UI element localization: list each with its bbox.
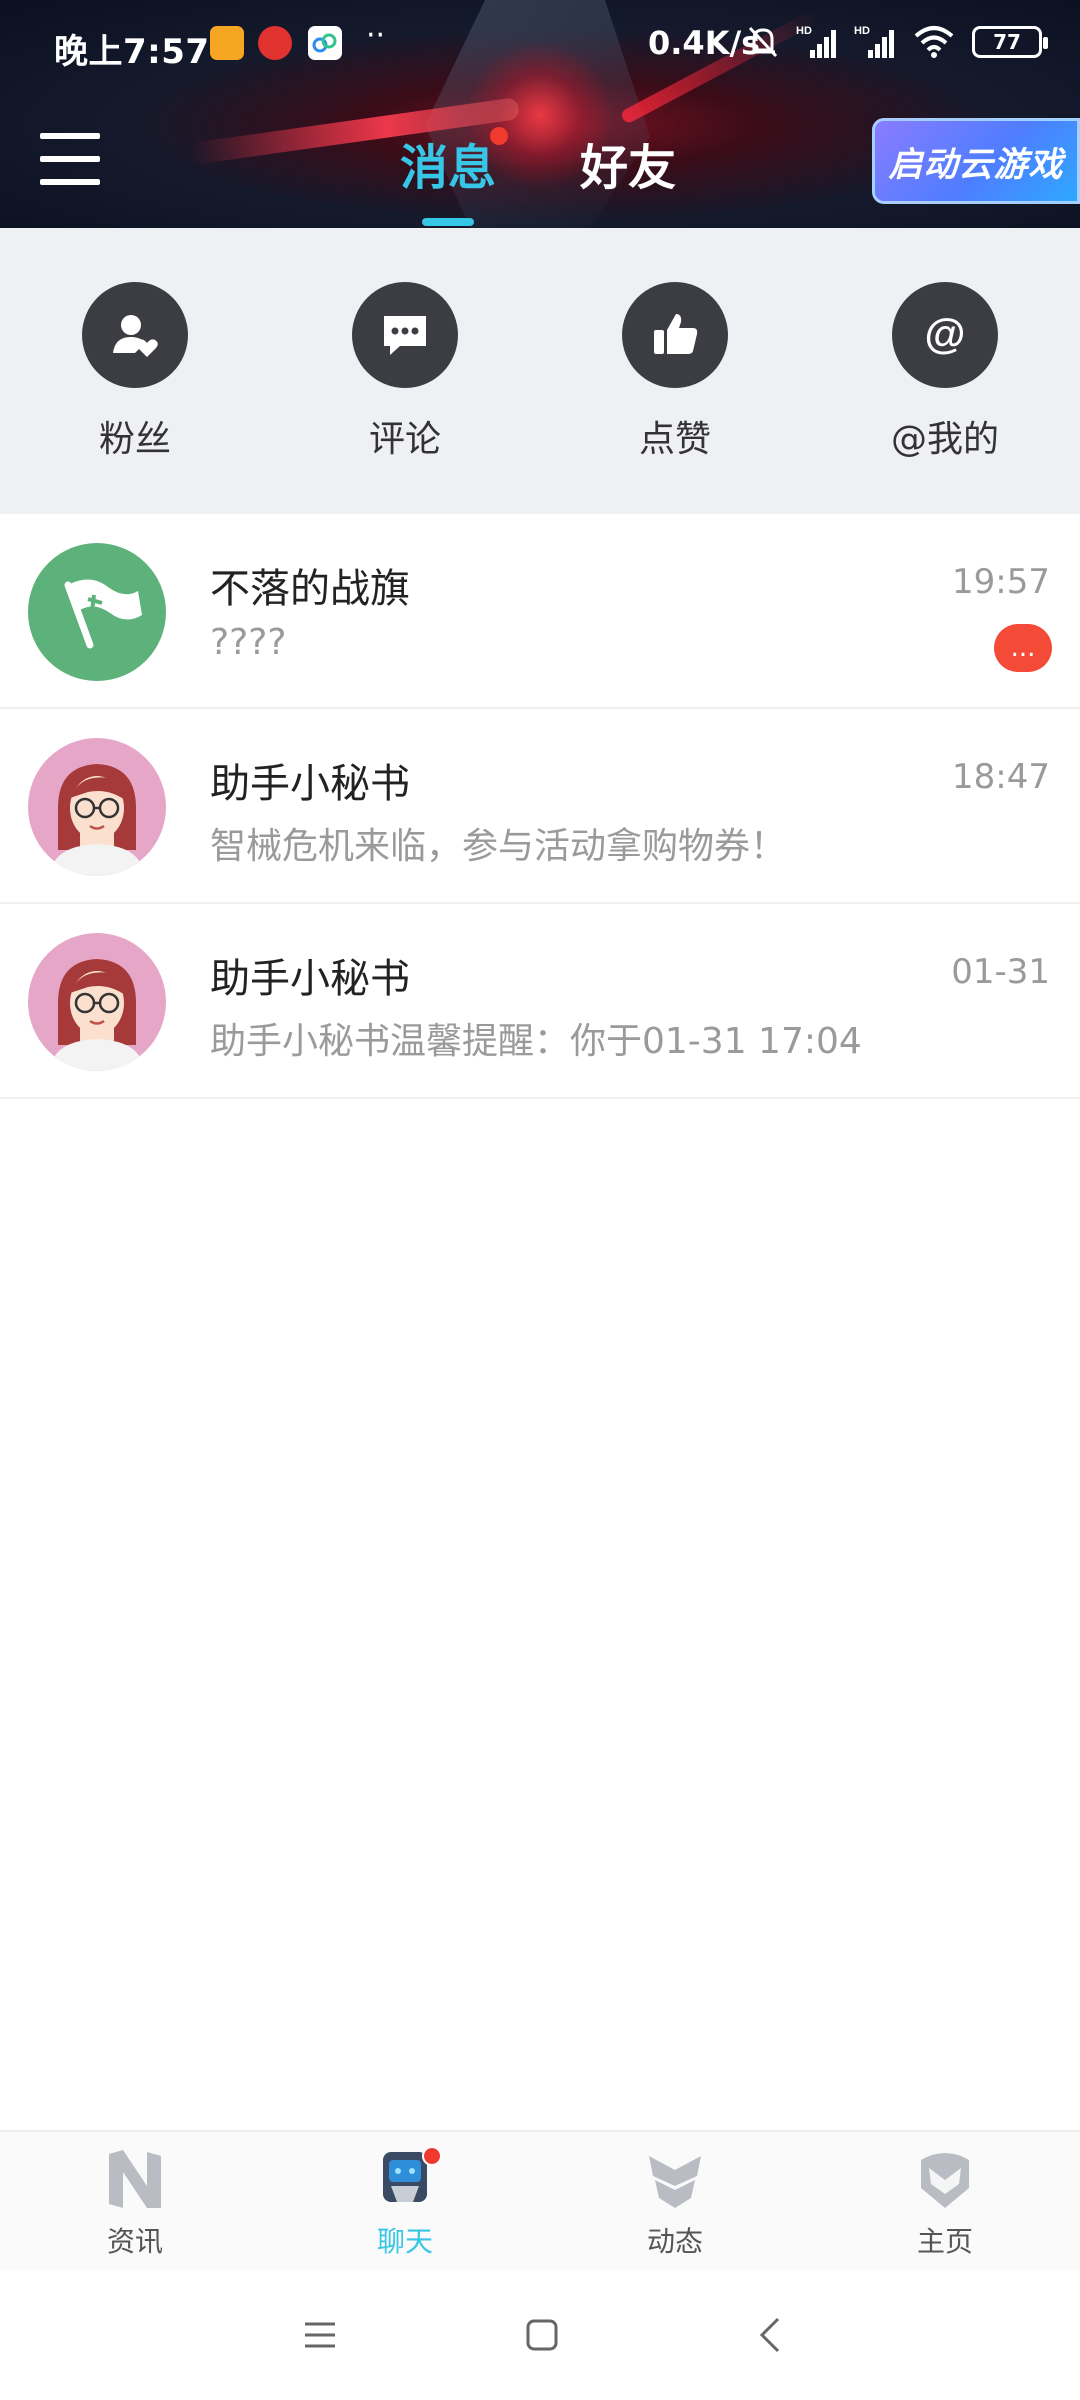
chat-name: 助手小秘书: [210, 956, 410, 1002]
at-icon: @: [892, 282, 998, 388]
chat-list-item[interactable]: 不落的战旗 ???? 19:57 ...: [0, 514, 1080, 709]
quick-actions: 粉丝 评论 点赞 @ @我的: [0, 228, 1080, 514]
nav-news[interactable]: 资讯: [35, 2146, 235, 2260]
header-banner: 晚上7:57 ·· 0.4K/s HD HD 77 消息 好友 启动云游戏: [0, 0, 1080, 228]
flag-avatar[interactable]: [28, 543, 166, 681]
comments-label: 评论: [368, 419, 441, 460]
chat-preview: ????: [210, 622, 287, 663]
chat-preview: 智械危机来临，参与活动拿购物券！: [210, 826, 787, 867]
nav-chat-label: 聊天: [376, 2225, 433, 2258]
nav-feed[interactable]: 动态: [575, 2146, 775, 2260]
mentions-label: @我的: [890, 419, 999, 460]
svg-text:@: @: [925, 310, 966, 357]
signal-hd-icon: HD: [796, 25, 836, 58]
mentions-button[interactable]: @ @我的: [865, 282, 1025, 462]
chat-preview: 助手小秘书温馨提醒：你于01-31 17:04: [210, 1021, 862, 1062]
battery-level: 77: [993, 30, 1021, 54]
chat-name: 助手小秘书: [210, 761, 410, 807]
bottom-navigation: 资讯 聊天 动态 主页: [0, 2130, 1080, 2270]
unread-badge: ...: [994, 624, 1052, 672]
gallery-icon: [210, 26, 244, 60]
recents-icon[interactable]: [290, 2310, 350, 2360]
app-icon: [258, 26, 292, 60]
fans-button[interactable]: 粉丝: [55, 282, 215, 462]
tab-messages[interactable]: 消息: [400, 128, 496, 198]
comments-button[interactable]: 评论: [325, 282, 485, 462]
assistant-avatar[interactable]: [28, 933, 166, 1071]
status-time: 晚上7:57: [54, 32, 210, 72]
system-navigation: [0, 2270, 1080, 2400]
battery-icon: 77: [972, 26, 1048, 58]
svg-text:HD: HD: [796, 25, 812, 37]
signal-hd-icon: HD: [854, 25, 894, 58]
app-screen: { "status_bar": { "time": "晚上7:57", "net…: [0, 0, 1080, 2400]
assistant-avatar[interactable]: [28, 738, 166, 876]
feed-icon: [649, 2156, 701, 2208]
chat-list-item[interactable]: 助手小秘书 助手小秘书温馨提醒：你于01-31 17:04 01-31: [0, 904, 1080, 1099]
fans-label: 粉丝: [98, 419, 171, 460]
nav-chat[interactable]: 聊天: [305, 2146, 505, 2260]
network-speed: 0.4K/s: [648, 24, 761, 62]
svg-text:HD: HD: [854, 25, 870, 37]
thumbs-up-icon: [622, 282, 728, 388]
active-tab-indicator: [422, 218, 474, 226]
tab-friends[interactable]: 好友: [580, 128, 676, 198]
news-icon: [109, 2150, 161, 2208]
unread-dot: [490, 127, 508, 145]
nav-feed-label: 动态: [646, 2225, 703, 2258]
chat-name: 不落的战旗: [210, 566, 410, 612]
unread-dot: [422, 2146, 442, 2166]
nav-home[interactable]: 主页: [845, 2146, 1045, 2260]
menu-icon[interactable]: [40, 133, 100, 185]
chat-time: 01-31: [951, 952, 1050, 992]
home-helmet-icon: [921, 2153, 969, 2208]
bell-muted-icon: [748, 26, 778, 58]
wifi-icon: [914, 26, 954, 58]
fans-icon: [82, 282, 188, 388]
more-notifications-icon: ··: [366, 18, 386, 53]
status-bar: 晚上7:57 ·· 0.4K/s HD HD 77: [0, 0, 1080, 90]
comment-icon: [352, 282, 458, 388]
chat-time: 19:57: [952, 562, 1050, 602]
likes-button[interactable]: 点赞: [595, 282, 755, 462]
home-icon[interactable]: [512, 2310, 572, 2360]
cloud-icon: [308, 26, 342, 60]
likes-label: 点赞: [638, 419, 711, 460]
chat-list-item[interactable]: 助手小秘书 智械危机来临，参与活动拿购物券！ 18:47: [0, 709, 1080, 904]
nav-home-label: 主页: [916, 2225, 973, 2258]
chat-time: 18:47: [952, 757, 1050, 797]
launch-cloud-game-button[interactable]: 启动云游戏: [872, 118, 1080, 204]
back-icon[interactable]: [740, 2310, 800, 2360]
nav-news-label: 资讯: [106, 2225, 163, 2258]
